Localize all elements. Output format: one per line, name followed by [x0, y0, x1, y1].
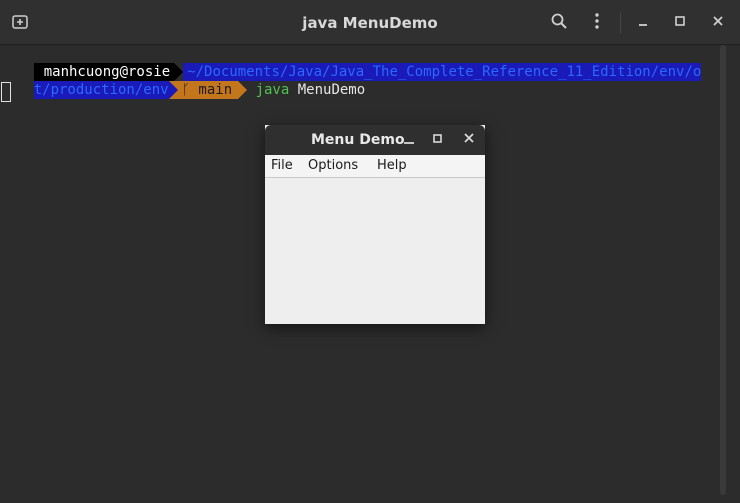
scrollbar[interactable] [720, 45, 726, 495]
minimize-icon[interactable] [401, 131, 417, 149]
prompt-branch-segment: ᚴ main [177, 81, 239, 99]
menu-options[interactable]: Options [308, 158, 358, 173]
command-args: MenuDemo [297, 82, 366, 98]
powerline-separator [168, 81, 178, 99]
close-icon[interactable] [707, 12, 729, 34]
prompt-line-2: t/production/env ᚴ main java MenuDemo [0, 63, 365, 99]
text-cursor [1, 82, 11, 102]
menu-bar: File Options Help [265, 155, 485, 178]
menu-file[interactable]: File [271, 158, 293, 173]
menu-demo-title: Menu Demo [311, 132, 405, 148]
minimize-icon[interactable] [632, 12, 654, 34]
git-branch-icon: ᚴ [181, 82, 190, 98]
menu-kebab-icon[interactable] [586, 12, 608, 34]
prompt-branch: main [198, 82, 233, 98]
powerline-separator [238, 81, 248, 99]
close-icon[interactable] [461, 131, 477, 149]
maximize-icon[interactable] [669, 12, 691, 34]
search-icon[interactable] [548, 12, 570, 34]
prompt-path-continued: t/production/env [33, 81, 169, 99]
titlebar-separator [620, 12, 621, 34]
menu-help[interactable]: Help [377, 158, 407, 173]
maximize-icon[interactable] [430, 131, 446, 149]
terminal-titlebar: java MenuDemo [0, 0, 740, 45]
window-title: java MenuDemo [302, 14, 438, 32]
menu-demo-window[interactable]: Menu Demo File Options Help [265, 125, 485, 324]
command-name: java [255, 82, 290, 98]
prompt-line-1: manhcuong@rosie ~/Documents/Java/Java_The… [0, 45, 702, 81]
menu-demo-titlebar[interactable]: Menu Demo [265, 125, 485, 155]
